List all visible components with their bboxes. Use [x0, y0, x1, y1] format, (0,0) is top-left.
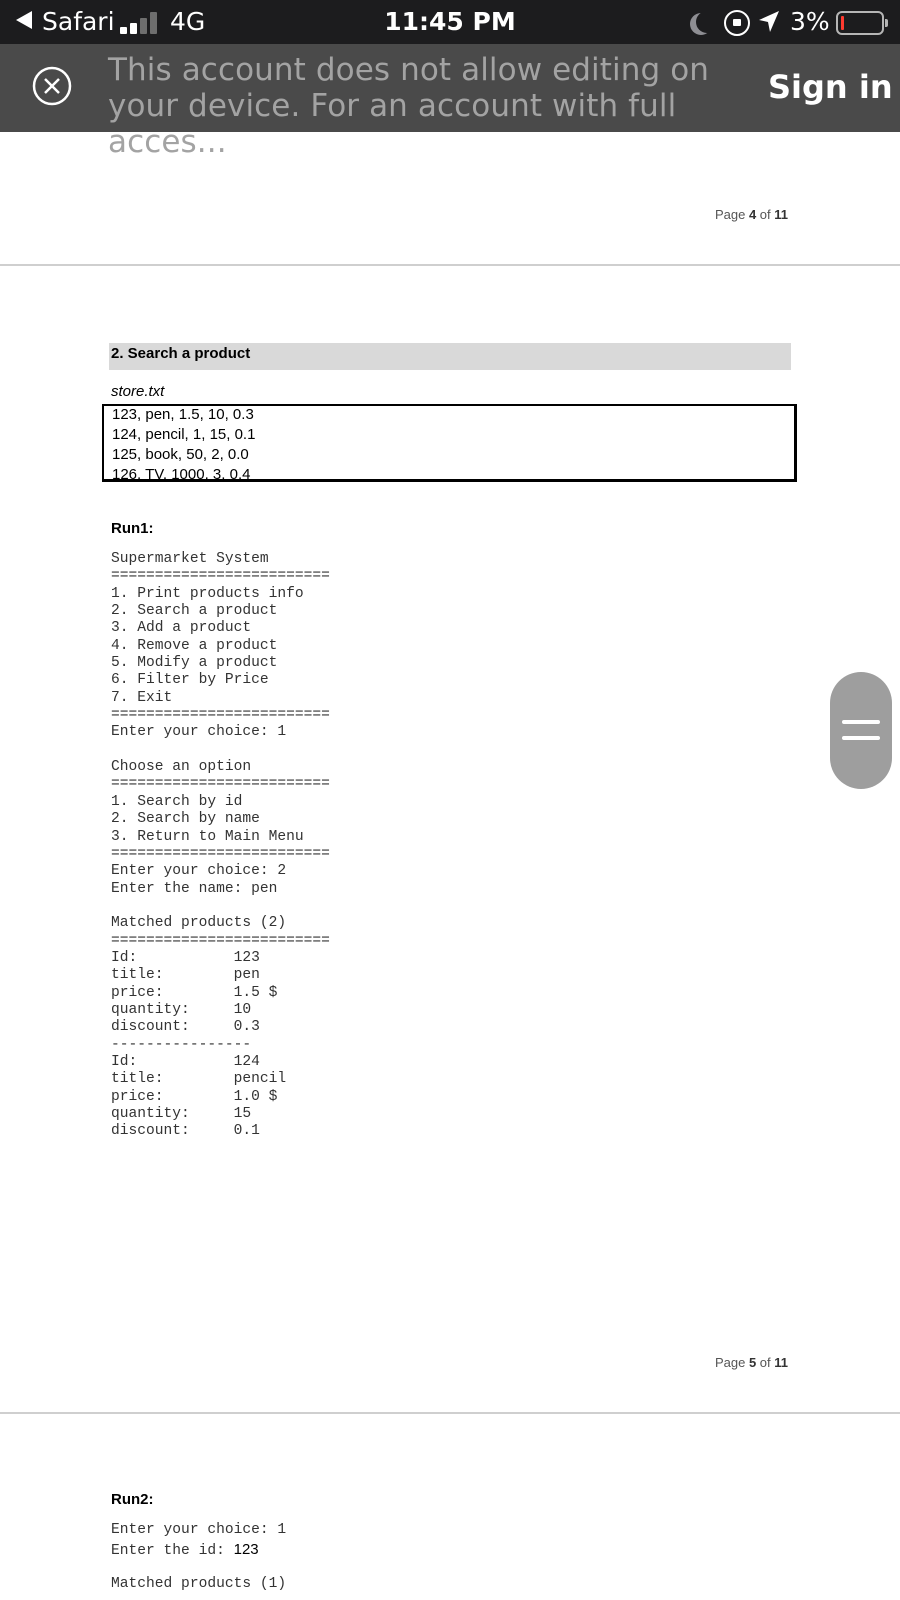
account-banner: This account does not allow editing on y…	[0, 44, 900, 160]
page-number: Page 4 of 11	[714, 207, 788, 222]
scroll-handle[interactable]	[830, 672, 892, 789]
run2-line: Matched products (1)	[111, 1576, 287, 1592]
banner-message: This account does not allow editing on y…	[108, 52, 748, 160]
battery-percent: 3%	[790, 7, 830, 36]
page-divider	[0, 264, 900, 266]
run1-label: Run1:	[111, 520, 154, 537]
store-file-box: 123, pen, 1.5, 10, 0.3 124, pencil, 1, 1…	[102, 404, 797, 482]
store-line: 123, pen, 1.5, 10, 0.3	[112, 406, 254, 423]
store-line: 126, TV, 1000, 3, 0.4	[112, 466, 251, 482]
page-divider	[0, 1412, 900, 1414]
status-bar: Safari 4G 11:45 PM 3%	[0, 0, 900, 44]
store-line: 125, book, 50, 2, 0.0	[112, 446, 249, 463]
entered-id: 123	[233, 1541, 259, 1558]
moon-icon	[696, 11, 718, 33]
store-line: 124, pencil, 1, 15, 0.1	[112, 426, 256, 443]
run2-line: Enter your choice: 1	[111, 1522, 287, 1538]
banner-message-text: This account does not allow editing on y…	[108, 52, 710, 160]
more-link[interactable]: more	[227, 124, 308, 160]
rotation-lock-icon	[724, 10, 750, 36]
sign-in-button[interactable]: Sign in	[768, 68, 893, 106]
close-icon[interactable]	[32, 66, 72, 106]
file-name: store.txt	[111, 383, 165, 400]
battery-icon	[836, 11, 888, 35]
section-title: 2. Search a product	[109, 343, 791, 370]
run2-label: Run2:	[111, 1491, 154, 1508]
location-icon	[759, 11, 779, 32]
run1-console-output: Supermarket System =====================…	[111, 551, 330, 1140]
run2-line: Enter the id: 123	[111, 1541, 259, 1559]
page-number: Page 5 of 11	[714, 1355, 788, 1370]
